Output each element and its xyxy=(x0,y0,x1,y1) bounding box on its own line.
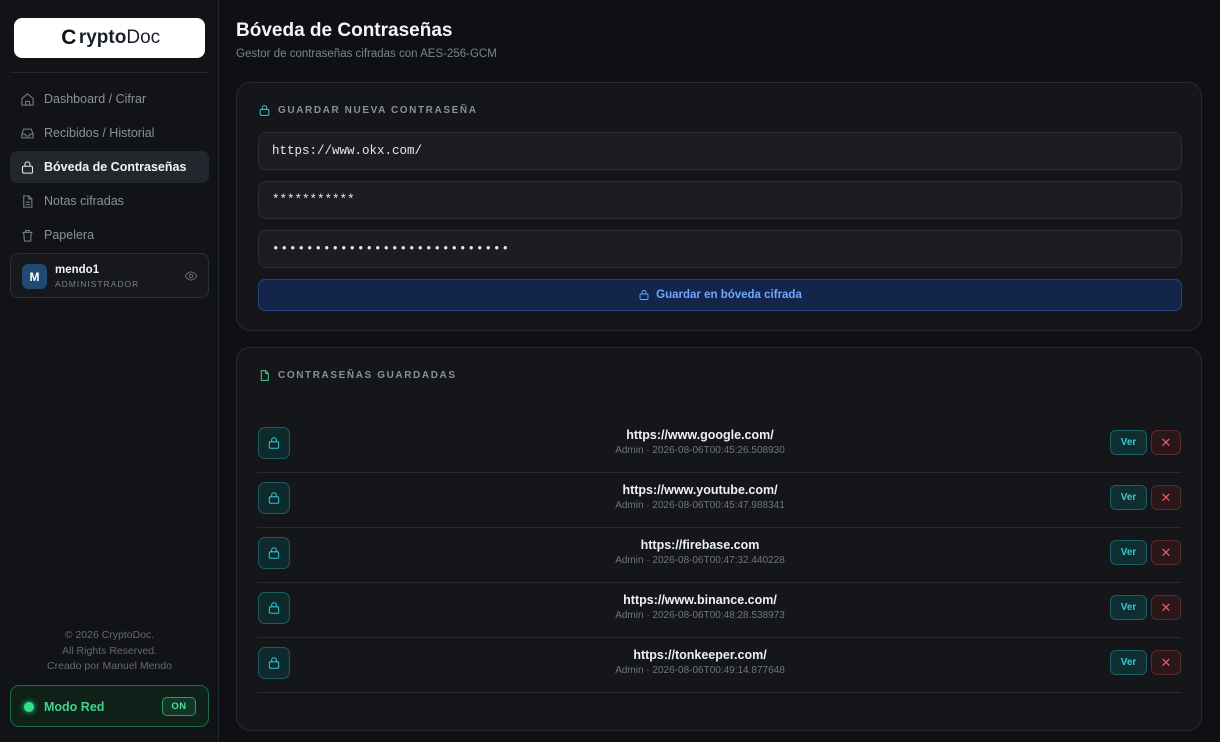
entry-site: https://tonkeeper.com/ xyxy=(633,648,767,662)
sidebar-item-dashboard[interactable]: Dashboard / Cifrar xyxy=(10,83,209,115)
avatar: M xyxy=(22,264,47,289)
entry-meta: Admin · 2026-08-06T00:48:28.538973 xyxy=(615,610,785,621)
view-button[interactable]: Ver xyxy=(1110,430,1147,455)
sidebar-footer: © 2026 CryptoDoc. All Rights Reserved. C… xyxy=(0,628,219,675)
saved-passwords-heading: CONTRASEÑAS GUARDADAS xyxy=(258,369,457,382)
footer-copyright: © 2026 CryptoDoc. xyxy=(64,629,155,641)
sidebar-item-label: Notas cifradas xyxy=(44,194,124,208)
page-subtitle: Gestor de contraseñas cifradas con AES-2… xyxy=(236,48,497,60)
trash-icon xyxy=(22,229,33,242)
sidebar-item-label: Recibidos / Historial xyxy=(44,126,155,140)
save-to-vault-label: Guardar en bóveda cifrada xyxy=(656,289,802,301)
sidebar-item-trash[interactable]: Papelera xyxy=(10,219,209,251)
home-icon xyxy=(21,92,34,106)
saved-passwords-heading-text: CONTRASEÑAS GUARDADAS xyxy=(278,370,457,381)
eye-icon[interactable] xyxy=(184,269,198,283)
sidebar-item-label: Dashboard / Cifrar xyxy=(44,92,147,106)
entry-meta: Admin · 2026-08-06T00:45:26.508930 xyxy=(615,445,785,456)
document-icon xyxy=(260,370,269,381)
entry-site: https://www.google.com/ xyxy=(626,428,774,442)
delete-button[interactable]: ✕ xyxy=(1151,650,1181,675)
delete-button[interactable]: ✕ xyxy=(1151,595,1181,620)
logo-text-bold: rypto xyxy=(78,27,127,48)
new-password-heading-text: GUARDAR NUEVA CONTRASEÑA xyxy=(278,105,478,116)
entry-meta: Admin · 2026-08-06T00:49:14.877648 xyxy=(615,665,785,676)
user-name: mendo1 xyxy=(55,264,100,276)
document-icon xyxy=(23,194,33,208)
view-button[interactable]: Ver xyxy=(1110,650,1147,675)
save-to-vault-button[interactable]: Guardar en bóveda cifrada xyxy=(258,279,1182,311)
new-password-heading: GUARDAR NUEVA CONTRASEÑA xyxy=(258,104,478,117)
new-password-card: GUARDAR NUEVA CONTRASEÑA https://www.okx… xyxy=(236,82,1202,331)
entry-site: https://firebase.com xyxy=(640,538,760,552)
password-input[interactable]: •••••••••••••••••••••••••••• xyxy=(258,230,1182,268)
lock-icon xyxy=(21,160,34,174)
view-button[interactable]: Ver xyxy=(1110,485,1147,510)
url-input-value: https://www.okx.com/ xyxy=(272,144,423,158)
saved-passwords-list: https://www.google.com/ Admin · 2026-08-… xyxy=(257,418,1181,693)
delete-button[interactable]: ✕ xyxy=(1151,485,1181,510)
logo-lock-c-icon: C xyxy=(61,26,77,49)
view-button[interactable]: Ver xyxy=(1110,595,1147,620)
sidebar-divider xyxy=(10,72,209,73)
footer-author: Creado por Manuel Mendo xyxy=(47,660,172,672)
list-item: https://firebase.com Admin · 2026-08-06T… xyxy=(257,528,1181,583)
network-mode-label: Modo Red xyxy=(44,700,105,714)
footer-rights: All Rights Reserved. xyxy=(61,644,158,657)
sidebar-item-label: Bóveda de Contraseñas xyxy=(44,160,187,174)
inbox-icon xyxy=(21,128,34,138)
url-input[interactable]: https://www.okx.com/ xyxy=(258,132,1182,170)
user-card[interactable]: M mendo1 ADMINISTRADOR xyxy=(10,253,209,298)
list-item: https://tonkeeper.com/ Admin · 2026-08-0… xyxy=(257,638,1181,693)
user-role: ADMINISTRADOR xyxy=(55,279,140,289)
app-logo[interactable]: Crypto Doc xyxy=(14,18,205,58)
page-title: Bóveda de Contraseñas xyxy=(236,20,453,41)
lock-icon xyxy=(259,105,270,116)
saved-passwords-card: CONTRASEÑAS GUARDADAS https://www.google… xyxy=(236,347,1202,731)
sidebar-item-vault[interactable]: Bóveda de Contraseñas xyxy=(10,151,209,183)
sidebar-nav: Dashboard / Cifrar Recibidos / Historial… xyxy=(10,83,209,253)
status-dot-icon xyxy=(24,702,34,712)
list-item: https://www.binance.com/ Admin · 2026-08… xyxy=(257,583,1181,638)
logo-text-rest: Doc xyxy=(126,27,161,48)
entry-meta: Admin · 2026-08-06T00:45:47.988341 xyxy=(615,500,785,511)
sidebar-item-received[interactable]: Recibidos / Historial xyxy=(10,117,209,149)
entry-site: https://www.youtube.com/ xyxy=(622,483,778,497)
delete-button[interactable]: ✕ xyxy=(1151,540,1181,565)
list-item: https://www.google.com/ Admin · 2026-08-… xyxy=(257,418,1181,473)
lock-icon xyxy=(639,290,649,300)
entry-meta: Admin · 2026-08-06T00:47:32.440228 xyxy=(615,555,785,566)
username-input[interactable]: *********** xyxy=(258,181,1182,219)
sidebar-item-notes[interactable]: Notas cifradas xyxy=(10,185,209,217)
list-item: https://www.youtube.com/ Admin · 2026-08… xyxy=(257,473,1181,528)
delete-button[interactable]: ✕ xyxy=(1151,430,1181,455)
password-input-value: •••••••••••••••••••••••••••• xyxy=(272,242,511,256)
entry-site: https://www.binance.com/ xyxy=(623,593,777,607)
sidebar: Crypto Doc Dashboard / Cifrar Recibidos /… xyxy=(0,0,219,742)
username-input-value: *********** xyxy=(272,193,355,207)
network-mode-toggle[interactable]: Modo Red ON xyxy=(10,685,209,727)
sidebar-item-label: Papelera xyxy=(44,228,95,242)
network-mode-badge[interactable]: ON xyxy=(162,697,196,716)
view-button[interactable]: Ver xyxy=(1110,540,1147,565)
